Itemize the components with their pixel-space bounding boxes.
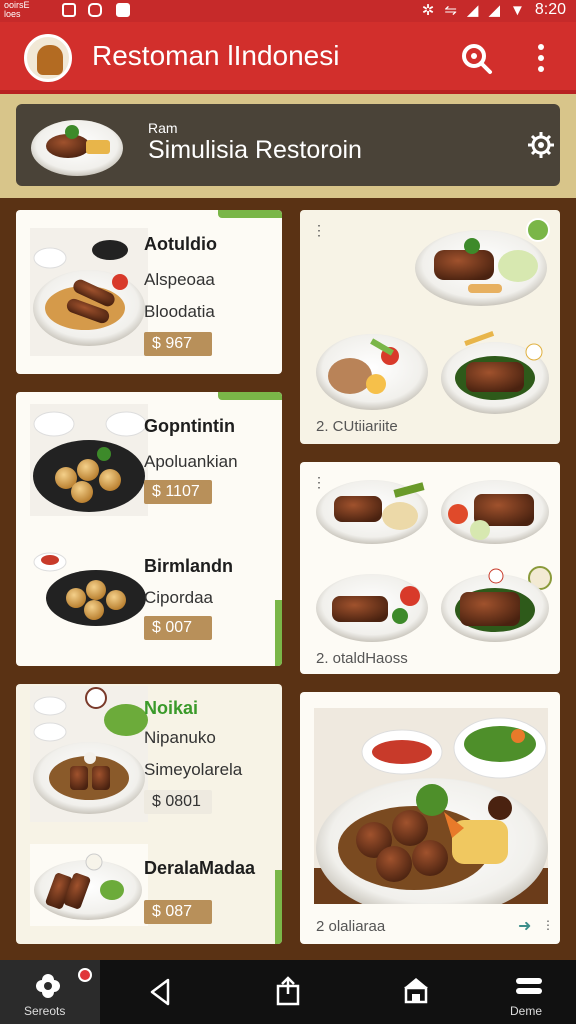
header-dish-photo [31,120,123,176]
item-desc-2: Bloodatia [144,302,215,321]
dish-photo [441,480,549,544]
restaurant-logo-icon[interactable] [24,34,72,82]
bottom-navigation: Sereots Deme [0,960,576,1024]
item-desc: Alspeoaa [144,270,215,289]
gallery-card-2[interactable]: ⋮ 2. otaldHaoss [300,462,560,674]
dish-photo [30,548,148,630]
gallery-card-1[interactable]: ⋮ 2. CUtiiariite [300,210,560,444]
item-desc: Nipanuko [144,728,216,747]
menu-card-1[interactable]: Aotuldio Alspeoaa Bloodatia $ 967 [16,210,282,374]
share-icon[interactable] [276,976,300,1006]
featured-dish-photo [314,708,548,904]
more-vert-icon[interactable] [528,38,556,78]
item-name: DeralaMadaa [144,858,256,878]
menu-bars-icon[interactable] [514,976,544,1000]
store-icon[interactable] [402,976,430,1006]
price-tag: $ 087 [144,900,212,924]
app-notification-icon [116,3,130,17]
price-tag: $ 1107 [144,480,212,504]
price-tag: $ 0801 [144,790,212,814]
dish-photo [316,480,428,544]
item-name: Noikai [144,698,199,718]
item-name: Gopntintin [144,416,235,436]
gallery-caption: 2. otaldHaoss [316,650,408,667]
dish-photo [30,844,148,926]
nav-item-home[interactable]: Sereots [0,960,100,1024]
back-icon[interactable] [148,978,172,1006]
wifi-icon: ▼ [510,1,525,19]
dish-photo [441,330,549,414]
signal-2-icon: ◢ [488,2,500,19]
item-desc: Cipordaa [144,588,213,607]
item-desc: Apoluankian [144,452,238,471]
notification-icon [62,3,76,17]
item-name: Aotuldio [144,234,217,254]
dish-photo [415,230,547,306]
menu-card-2[interactable]: Gopntintin Apoluankian $ 1107 Birmlandn … [16,392,282,666]
nav-label-menu: Deme [510,1004,543,1018]
forward-arrow-icon[interactable]: ➜ [518,916,531,936]
dish-photo [316,334,428,410]
gallery-caption: 2. CUtiiariite [316,418,398,435]
card-accent [218,392,282,400]
status-bar: ooirsE loes ✲ ⇋ ◢ ◢ ▼ 8:20 [0,0,576,22]
nav-label-home: Sereots [24,1004,66,1018]
app-title: Restoman lIndonesi [92,40,340,71]
price-tag: $ 967 [144,332,212,356]
restaurant-header-card[interactable]: Ram Simulisia Restoroin [16,104,560,186]
app-bar: Restoman lIndonesi [0,22,576,94]
bluetooth-icon: ✲ [421,2,435,19]
signal-icon: ◢ [466,2,479,19]
camera-icon [88,3,102,17]
item-name: Birmlandn [144,556,234,576]
card-accent [218,210,282,218]
search-icon[interactable] [458,40,494,76]
status-time: 8:20 [534,1,566,18]
card-menu-icon[interactable]: ⋮ [542,918,554,932]
card-accent-side [275,870,282,944]
dish-photo [441,568,549,642]
notification-badge [78,968,92,982]
dish-photo [30,686,148,822]
settings-gear-icon[interactable] [526,130,556,160]
gallery-card-3[interactable]: 2 olaliaraa ➜ ⋮ [300,692,560,944]
menu-card-3[interactable]: Noikai Nipanuko Simeyolarela $ 0801 Dera… [16,684,282,944]
status-left-text: ooirsE loes [4,0,30,19]
header-title: Simulisia Restoroin [148,136,362,164]
header-subtitle: Ram [148,120,178,136]
dish-photo [30,404,148,516]
dish-photo [30,228,148,356]
price-tag: $ 007 [144,616,212,640]
flower-icon [36,974,60,998]
gallery-caption: 2 olaliaraa [316,918,386,935]
item-desc-2: Simeyolarela [144,760,243,779]
card-accent-side [275,600,282,666]
vibrate-icon: ⇋ [444,2,457,19]
card-menu-icon[interactable]: ⋮ [312,222,326,239]
status-right: ✲ ⇋ ◢ ◢ ▼ 8:20 [422,1,566,19]
dish-photo [316,574,428,642]
